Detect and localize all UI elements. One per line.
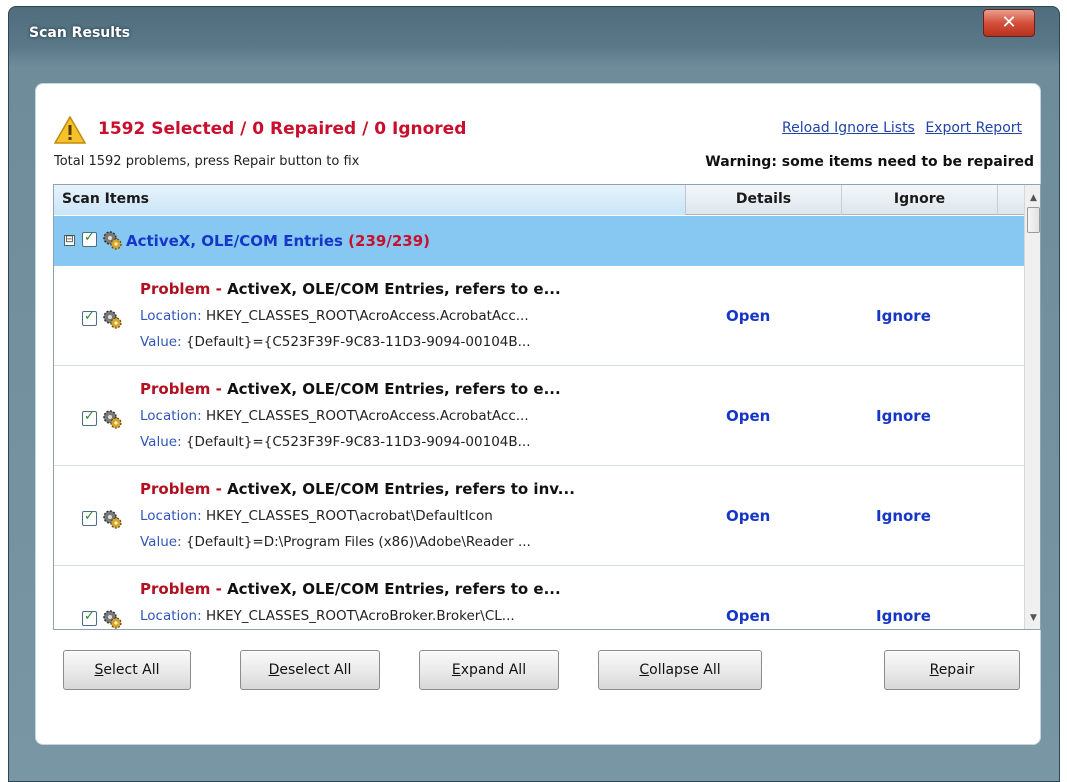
location-value: HKEY_CLASSES_ROOT\AcroAccess.AcrobatAcc.… [205,308,529,324]
value-label: Value: [140,534,182,550]
location-value: HKEY_CLASSES_ROOT\acrobat\DefaultIcon [205,508,493,524]
status-row: 1592 Selected / 0 Repaired / 0 Ignored R… [54,116,1034,146]
location-label: Location: [140,508,202,524]
repair-button[interactable]: Repair [884,650,1020,690]
column-header-scan-items[interactable]: Scan Items [54,185,686,215]
location-label: Location: [140,408,202,424]
content-panel: 1592 Selected / 0 Repaired / 0 Ignored R… [35,83,1041,745]
export-report-link[interactable]: Export Report [925,120,1022,136]
ignore-link[interactable]: Ignore [876,607,931,625]
vertical-scrollbar[interactable]: ▲ ▼ [1024,185,1040,629]
problem-description: ActiveX, OLE/COM Entries, refers to e... [227,280,561,298]
close-button[interactable]: ✕ [983,9,1035,37]
group-checkbox[interactable] [82,230,97,247]
scroll-down-arrow-icon[interactable]: ▼ [1025,609,1040,627]
open-link[interactable]: Open [726,407,770,425]
problem-text: Problem - ActiveX, OLE/COM Entries, refe… [140,580,561,598]
value-value: {Default}={C523F39F-9C83-11D3-9094-00104… [185,434,531,450]
location-text: Location: HKEY_CLASSES_ROOT\acrobat\Defa… [140,508,493,524]
table-row: Problem - ActiveX, OLE/COM Entries, refe… [54,467,1024,566]
ignore-link[interactable]: Ignore [876,407,931,425]
activex-gear-icon [103,310,122,329]
scan-items-table: Scan Items Details Ignore ⊟ ActiveX, OLE… [53,184,1041,630]
title-bar[interactable]: Scan Results ✕ [9,7,1059,65]
table-row: Problem - ActiveX, OLE/COM Entries, refe… [54,367,1024,466]
collapse-toggle-icon[interactable]: ⊟ [64,235,75,246]
location-label: Location: [140,308,202,324]
location-label: Location: [140,608,202,624]
group-count: (239/239) [348,232,430,250]
value-text: Value: {Default}={C523F39F-9C83-11D3-909… [140,334,531,350]
status-summary: 1592 Selected / 0 Repaired / 0 Ignored [98,119,467,139]
open-link[interactable]: Open [726,307,770,325]
total-problems-text: Total 1592 problems, press Repair button… [54,154,360,169]
location-text: Location: HKEY_CLASSES_ROOT\AcroAccess.A… [140,408,529,424]
activex-gear-icon [103,410,122,429]
problem-description: ActiveX, OLE/COM Entries, refers to e... [227,380,561,398]
deselect-all-button[interactable]: Deselect All [240,650,380,690]
problem-text: Problem - ActiveX, OLE/COM Entries, refe… [140,480,575,498]
column-header-ignore[interactable]: Ignore [842,185,998,215]
problem-label: Problem [140,580,211,598]
problem-description: ActiveX, OLE/COM Entries, refers to inv.… [227,480,575,498]
location-value: HKEY_CLASSES_ROOT\AcroBroker.Broker\CL..… [205,608,515,624]
scrollbar-thumb[interactable] [1027,207,1040,233]
problem-description: ActiveX, OLE/COM Entries, refers to e... [227,580,561,598]
scan-results-window: Scan Results ✕ 1592 Selected / 0 Repaire… [8,6,1060,782]
column-header-details[interactable]: Details [686,185,842,215]
problem-text: Problem - ActiveX, OLE/COM Entries, refe… [140,280,561,298]
scroll-up-arrow-icon[interactable]: ▲ [1025,189,1040,207]
group-row-activex[interactable]: ⊟ ActiveX, OLE/COM Entries (239/239) [54,216,1024,266]
problem-label: Problem [140,280,211,298]
ignore-link[interactable]: Ignore [876,507,931,525]
value-value: {Default}=D:\Program Files (x86)\Adobe\R… [185,534,531,550]
warning-icon [54,116,86,144]
value-label: Value: [140,434,182,450]
problem-label: Problem [140,380,211,398]
ignore-link[interactable]: Ignore [876,307,931,325]
reload-ignore-lists-link[interactable]: Reload Ignore Lists [782,120,915,136]
problem-label: Problem [140,480,211,498]
row-checkbox[interactable] [82,309,97,326]
value-label: Value: [140,334,182,350]
table-row: Problem - ActiveX, OLE/COM Entries, refe… [54,567,1024,629]
row-checkbox[interactable] [82,509,97,526]
select-all-button[interactable]: Select All [63,650,191,690]
value-text: Value: {Default}=D:\Program Files (x86)\… [140,534,531,550]
group-title: ActiveX, OLE/COM Entries (239/239) [126,232,430,250]
location-text: Location: HKEY_CLASSES_ROOT\AcroAccess.A… [140,308,529,324]
location-text: Location: HKEY_CLASSES_ROOT\AcroBroker.B… [140,608,515,624]
row-checkbox[interactable] [82,609,97,626]
value-value: {Default}={C523F39F-9C83-11D3-9094-00104… [185,334,531,350]
table-header: Scan Items Details Ignore [54,185,1024,215]
row-checkbox[interactable] [82,409,97,426]
value-text: Value: {Default}={C523F39F-9C83-11D3-909… [140,434,531,450]
location-value: HKEY_CLASSES_ROOT\AcroAccess.AcrobatAcc.… [205,408,529,424]
group-title-text: ActiveX, OLE/COM Entries [126,232,343,250]
collapse-all-button[interactable]: Collapse All [598,650,762,690]
problem-text: Problem - ActiveX, OLE/COM Entries, refe… [140,380,561,398]
window-title: Scan Results [29,25,131,41]
activex-gear-icon [103,610,122,629]
expand-all-button[interactable]: Expand All [419,650,559,690]
activex-gear-icon [103,231,122,250]
header-links: Reload Ignore Lists Export Report [776,120,1022,136]
open-link[interactable]: Open [726,507,770,525]
warning-text: Warning: some items need to be repaired [705,154,1034,170]
activex-gear-icon [103,510,122,529]
open-link[interactable]: Open [726,607,770,625]
table-row: Problem - ActiveX, OLE/COM Entries, refe… [54,267,1024,366]
